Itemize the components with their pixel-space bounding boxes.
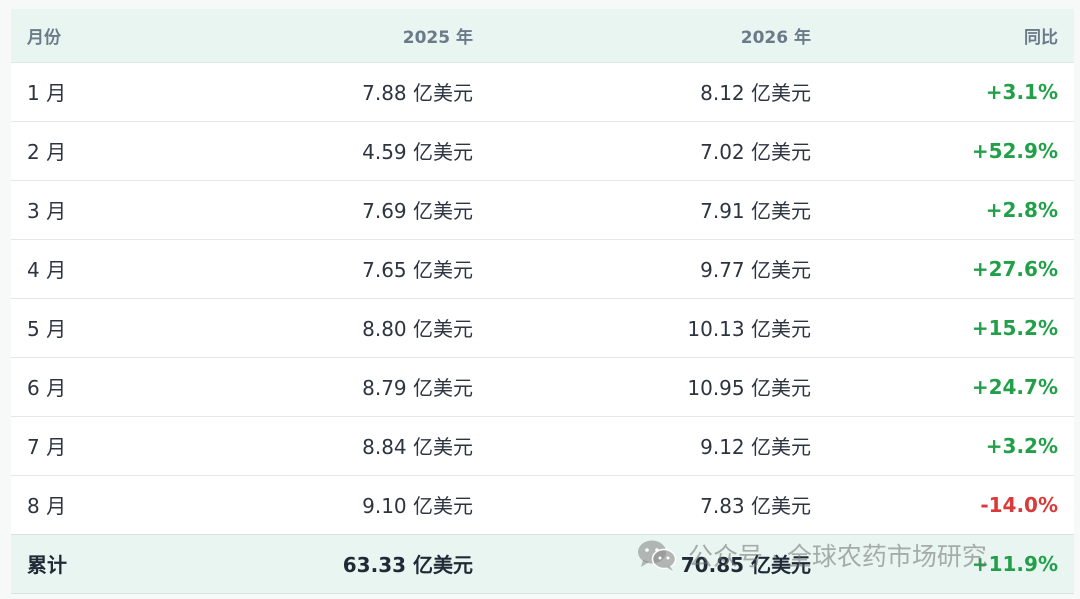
- total-2026: 70.85 亿美元: [680, 553, 811, 577]
- header-2026: 2026 年: [740, 27, 811, 48]
- total-row: 累计 63.33 亿美元 70.85 亿美元 +11.9%: [11, 534, 1074, 593]
- table-header: 月份 2025 年 2026 年 同比: [11, 9, 1074, 62]
- month-cell: 7 月: [27, 435, 67, 459]
- value-2026-cell: 9.12 亿美元: [700, 435, 811, 459]
- value-2026-cell: 10.13 亿美元: [687, 317, 811, 341]
- yoy-cell: +24.7%: [971, 374, 1058, 399]
- yoy-cell: +27.6%: [971, 256, 1058, 281]
- table-row: 7 月 8.84 亿美元 9.12 亿美元 +3.2%: [11, 416, 1074, 475]
- value-2025-cell: 8.84 亿美元: [362, 435, 473, 459]
- month-cell: 1 月: [27, 81, 67, 105]
- table-row: 4 月 7.65 亿美元 9.77 亿美元 +27.6%: [11, 239, 1074, 298]
- table-row: 2 月 4.59 亿美元 7.02 亿美元 +52.9%: [11, 121, 1074, 180]
- value-2025-cell: 7.65 亿美元: [362, 258, 473, 282]
- month-cell: 2 月: [27, 140, 67, 164]
- month-cell: 4 月: [27, 258, 67, 282]
- value-2026-cell: 7.91 亿美元: [700, 199, 811, 223]
- total-2025: 63.33 亿美元: [342, 553, 473, 577]
- yoy-cell: +15.2%: [971, 315, 1058, 340]
- table-row: 6 月 8.79 亿美元 10.95 亿美元 +24.7%: [11, 357, 1074, 416]
- total-label: 累计: [27, 553, 67, 577]
- value-2026-cell: 8.12 亿美元: [700, 81, 811, 105]
- yoy-cell: +3.2%: [985, 433, 1058, 458]
- header-2025: 2025 年: [402, 27, 473, 48]
- month-cell: 8 月: [27, 494, 67, 518]
- data-table: 月份 2025 年 2026 年 同比 1 月 7.88 亿美元 8.12 亿美…: [11, 9, 1074, 594]
- month-cell: 3 月: [27, 199, 67, 223]
- value-2025-cell: 7.88 亿美元: [362, 81, 473, 105]
- table-body: 1 月 7.88 亿美元 8.12 亿美元 +3.1% 2 月 4.59 亿美元…: [11, 62, 1074, 593]
- value-2025-cell: 4.59 亿美元: [362, 140, 473, 164]
- yoy-cell: -14.0%: [980, 492, 1058, 517]
- total-yoy: +11.9%: [971, 551, 1058, 576]
- value-2025-cell: 8.80 亿美元: [362, 317, 473, 341]
- table-row: 1 月 7.88 亿美元 8.12 亿美元 +3.1%: [11, 62, 1074, 121]
- month-cell: 6 月: [27, 376, 67, 400]
- header-yoy: 同比: [1024, 27, 1058, 48]
- value-2025-cell: 9.10 亿美元: [362, 494, 473, 518]
- value-2026-cell: 7.83 亿美元: [700, 494, 811, 518]
- yoy-cell: +3.1%: [985, 79, 1058, 104]
- yoy-cell: +52.9%: [971, 138, 1058, 163]
- table-row: 8 月 9.10 亿美元 7.83 亿美元 -14.0%: [11, 475, 1074, 534]
- table-row: 5 月 8.80 亿美元 10.13 亿美元 +15.2%: [11, 298, 1074, 357]
- monthly-comparison-table: 月份 2025 年 2026 年 同比 1 月 7.88 亿美元 8.12 亿美…: [11, 9, 1074, 594]
- header-month: 月份: [27, 27, 61, 48]
- value-2026-cell: 7.02 亿美元: [700, 140, 811, 164]
- value-2026-cell: 10.95 亿美元: [687, 376, 811, 400]
- value-2025-cell: 8.79 亿美元: [362, 376, 473, 400]
- table-row: 3 月 7.69 亿美元 7.91 亿美元 +2.8%: [11, 180, 1074, 239]
- header-row: 月份 2025 年 2026 年 同比: [11, 9, 1074, 62]
- month-cell: 5 月: [27, 317, 67, 341]
- value-2025-cell: 7.69 亿美元: [362, 199, 473, 223]
- yoy-cell: +2.8%: [985, 197, 1058, 222]
- value-2026-cell: 9.77 亿美元: [700, 258, 811, 282]
